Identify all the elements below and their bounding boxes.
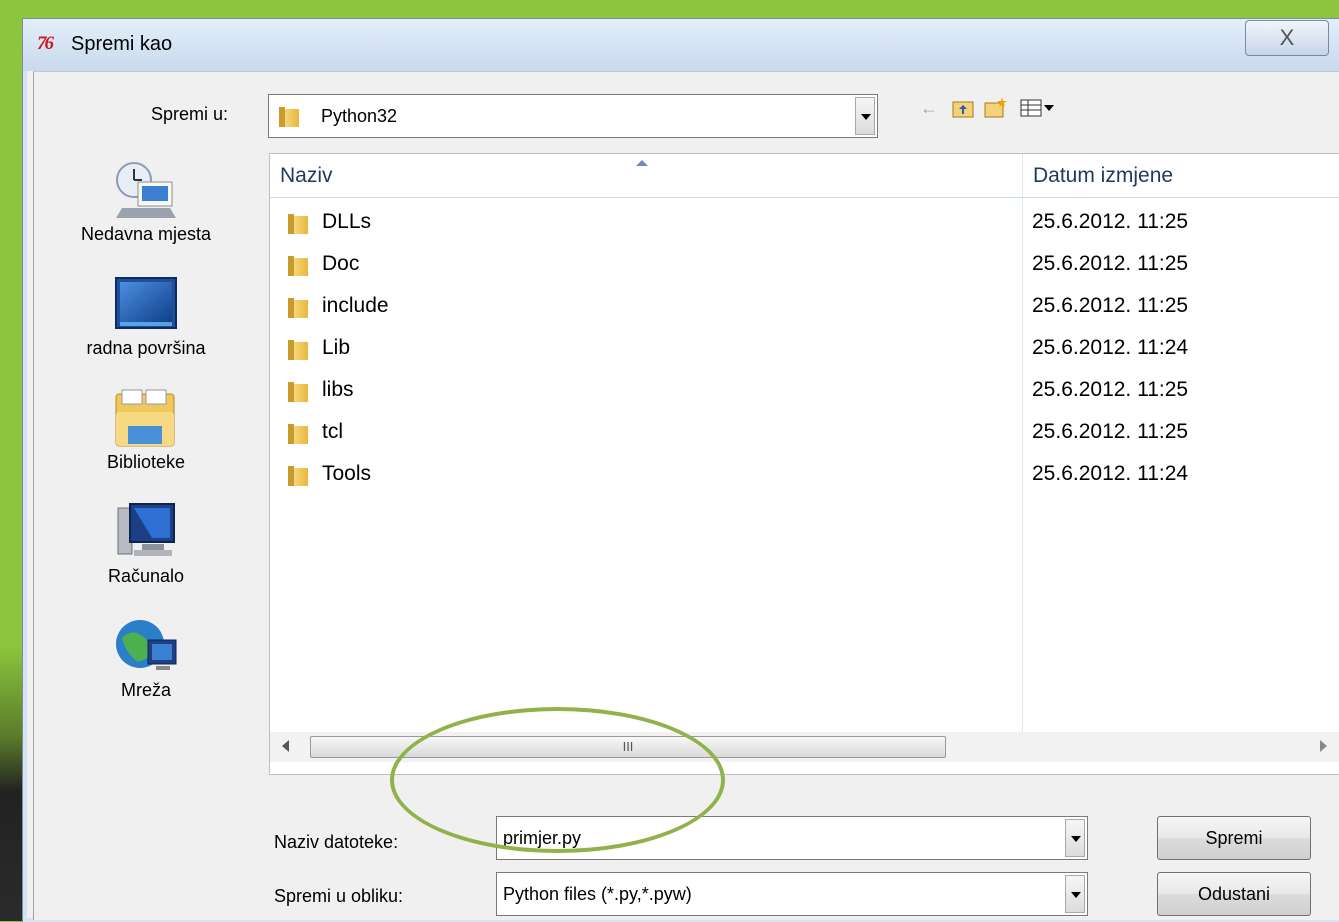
file-date: 25.6.2012. 11:25: [1032, 294, 1189, 317]
file-row[interactable]: include 25.6.2012. 11:25: [270, 286, 1339, 328]
scroll-right-icon[interactable]: [1320, 740, 1327, 752]
file-row[interactable]: tcl 25.6.2012. 11:25: [270, 412, 1339, 454]
scrollbar-thumb[interactable]: III: [310, 736, 946, 758]
folder-icon: [288, 380, 310, 402]
chevron-down-icon[interactable]: [1065, 875, 1085, 913]
filetype-value: Python files (*.py,*.pyw): [503, 884, 692, 904]
file-name: libs: [322, 378, 354, 401]
sort-ascending-icon: [636, 160, 648, 166]
file-date: 25.6.2012. 11:25: [1032, 210, 1189, 233]
back-arrow-icon[interactable]: ←: [920, 98, 938, 119]
place-network[interactable]: Mreža: [46, 614, 246, 701]
filename-value: primjer.py: [503, 828, 582, 848]
folder-icon: [288, 212, 310, 234]
computer-icon: [112, 500, 180, 566]
place-recent[interactable]: Nedavna mjesta: [46, 158, 246, 245]
file-name: Lib: [322, 336, 351, 359]
save-in-value: Python32: [321, 106, 398, 126]
libraries-icon: [112, 386, 180, 452]
folder-icon: [288, 422, 310, 444]
dialog-content: Spremi u: Python32 ← Nedavna mjesta radn…: [33, 71, 1339, 920]
filetype-label: Spremi u obliku:: [274, 886, 404, 906]
chevron-down-icon[interactable]: [1065, 819, 1085, 857]
file-date: 25.6.2012. 11:25: [1032, 378, 1189, 401]
filetype-dropdown[interactable]: Python files (*.py,*.pyw): [496, 872, 1088, 916]
title-bar: 76 Spremi kao X: [23, 19, 1339, 71]
new-folder-icon[interactable]: [984, 96, 1008, 123]
folder-icon: [288, 254, 310, 276]
tk-app-icon: 76: [37, 33, 54, 54]
column-header-date[interactable]: Datum izmjene: [1022, 154, 1339, 198]
file-name: tcl: [322, 420, 343, 443]
horizontal-scrollbar[interactable]: III: [270, 732, 1339, 762]
place-recent-label: Nedavna mjesta: [80, 224, 212, 244]
place-libraries-label: Biblioteke: [106, 452, 186, 472]
scrollbar-grip: III: [622, 739, 634, 754]
place-computer-label: Računalo: [107, 566, 185, 586]
place-network-label: Mreža: [120, 680, 171, 700]
place-desktop[interactable]: radna površina: [46, 272, 246, 359]
desktop-icon: [112, 272, 180, 338]
filename-label: Naziv datoteke:: [274, 832, 399, 852]
column-header-name[interactable]: Naziv: [270, 154, 1022, 198]
window-title: Spremi kao: [71, 33, 173, 55]
folder-icon: [288, 296, 310, 318]
cancel-button[interactable]: Odustani: [1157, 872, 1311, 916]
folder-icon: [288, 338, 310, 360]
network-icon: [112, 614, 180, 680]
file-row[interactable]: Tools 25.6.2012. 11:24: [270, 454, 1339, 496]
scroll-left-icon[interactable]: [282, 740, 289, 752]
close-button[interactable]: X: [1245, 20, 1329, 56]
filename-input[interactable]: primjer.py: [496, 816, 1088, 860]
file-row[interactable]: Lib 25.6.2012. 11:24: [270, 328, 1339, 370]
save-in-label: Spremi u:: [151, 104, 229, 124]
file-list-view[interactable]: Naziv Datum izmjene DLLs 25.6.2012. 11:2…: [269, 153, 1339, 775]
column-name-label: Naziv: [280, 164, 333, 187]
close-icon: X: [1279, 25, 1295, 50]
file-name: Doc: [322, 252, 360, 275]
save-button[interactable]: Spremi: [1157, 816, 1311, 860]
folder-icon: [279, 105, 301, 127]
file-name: Tools: [322, 462, 372, 485]
up-folder-icon[interactable]: [952, 98, 974, 123]
file-name: DLLs: [322, 210, 372, 233]
recent-places-icon: [112, 158, 180, 224]
file-date: 25.6.2012. 11:24: [1032, 336, 1189, 359]
file-date: 25.6.2012. 11:24: [1032, 462, 1189, 485]
file-row[interactable]: Doc 25.6.2012. 11:25: [270, 244, 1339, 286]
save-in-dropdown[interactable]: Python32: [268, 94, 878, 138]
view-menu-icon[interactable]: [1020, 98, 1054, 123]
file-name: include: [322, 294, 389, 317]
chevron-down-icon[interactable]: [855, 97, 875, 135]
place-libraries[interactable]: Biblioteke: [46, 386, 246, 473]
file-row[interactable]: DLLs 25.6.2012. 11:25: [270, 202, 1339, 244]
file-date: 25.6.2012. 11:25: [1032, 420, 1189, 443]
save-as-dialog: 76 Spremi kao X Spremi u: Python32 ← Ned…: [22, 18, 1339, 922]
folder-icon: [288, 464, 310, 486]
file-row[interactable]: libs 25.6.2012. 11:25: [270, 370, 1339, 412]
place-desktop-label: radna površina: [86, 338, 206, 358]
place-computer[interactable]: Računalo: [46, 500, 246, 587]
file-date: 25.6.2012. 11:25: [1032, 252, 1189, 275]
column-date-label: Datum izmjene: [1033, 164, 1174, 187]
